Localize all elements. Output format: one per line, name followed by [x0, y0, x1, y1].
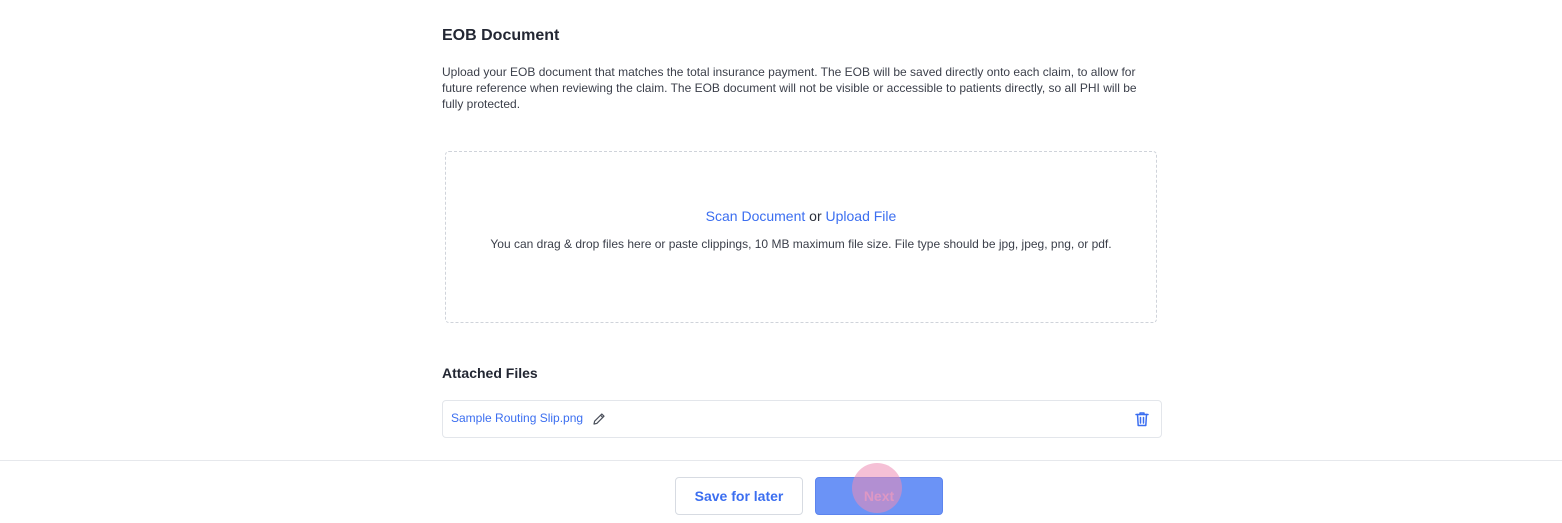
file-dropzone[interactable]: Scan Document or Upload File You can dra… — [445, 151, 1157, 323]
trash-icon[interactable] — [1133, 410, 1151, 428]
dropzone-hint: You can drag & drop files here or paste … — [490, 237, 1112, 251]
attached-file-name[interactable]: Sample Routing Slip.png — [451, 411, 583, 425]
attached-file-row: Sample Routing Slip.png — [442, 400, 1162, 438]
upload-file-link[interactable]: Upload File — [826, 208, 897, 224]
section-title: EOB Document — [442, 27, 560, 44]
attached-files-title: Attached Files — [442, 365, 538, 381]
scan-document-link[interactable]: Scan Document — [706, 208, 806, 224]
dropzone-actions: Scan Document or Upload File — [446, 208, 1156, 224]
footer-bar: Save for later Next — [0, 460, 1562, 523]
section-description: Upload your EOB document that matches th… — [442, 65, 1137, 111]
pencil-icon[interactable] — [591, 411, 607, 427]
save-for-later-button[interactable]: Save for later — [675, 477, 803, 515]
next-button[interactable]: Next — [815, 477, 943, 515]
dropzone-separator: or — [809, 208, 822, 224]
